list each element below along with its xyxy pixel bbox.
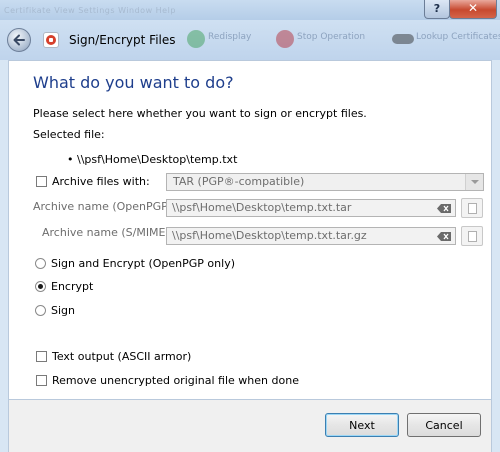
next-button[interactable]: Next xyxy=(325,413,399,437)
sign-and-encrypt-radio[interactable] xyxy=(35,258,46,269)
archive-name-openpgp-input[interactable]: \\psf\Home\Desktop\temp.txt.tar xyxy=(166,199,456,217)
file-icon xyxy=(468,231,477,242)
text-output-checkbox[interactable] xyxy=(36,351,47,362)
archive-name-smime-label: Archive name (S/MIME): xyxy=(42,226,174,239)
back-arrow-icon xyxy=(13,34,25,46)
encrypt-label: Encrypt xyxy=(51,280,94,293)
ghost-toolbar-lookup: Lookup Certificates xyxy=(416,32,500,42)
remove-original-checkbox[interactable] xyxy=(36,375,47,386)
file-icon xyxy=(468,203,477,214)
page-heading: What do you want to do? xyxy=(33,73,234,92)
back-button[interactable] xyxy=(7,28,31,52)
ghost-toolbar-stop: Stop Operation xyxy=(297,32,366,42)
archive-name-smime-value: \\psf\Home\Desktop\temp.txt.tar.gz xyxy=(172,229,367,242)
browse-smime-button[interactable] xyxy=(461,226,483,246)
browse-openpgp-button[interactable] xyxy=(461,198,483,218)
cancel-button[interactable]: Cancel xyxy=(407,413,481,437)
faded-menu-bar: Certifikate View Settings Window Help xyxy=(4,6,176,15)
archive-name-openpgp-label: Archive name (OpenPGP): xyxy=(33,200,176,213)
window-titlebar: Certifikate View Settings Window Help ? … xyxy=(0,0,500,20)
chevron-down-icon xyxy=(465,174,483,190)
clear-icon[interactable] xyxy=(437,204,451,213)
encrypt-radio[interactable] xyxy=(35,281,46,292)
selected-file-item: • \\psf\Home\Desktop\temp.txt xyxy=(67,153,237,166)
close-button[interactable]: ✕ xyxy=(449,0,497,19)
archive-format-value: TAR (PGP®-compatible) xyxy=(173,175,305,188)
remove-original-label: Remove unencrypted original file when do… xyxy=(52,374,299,387)
redisplay-icon xyxy=(187,30,205,48)
lookup-certificates-icon xyxy=(392,34,414,44)
navigation-bar: Sign/Encrypt Files Redisplay Stop Operat… xyxy=(0,20,500,60)
selected-file-label: Selected file: xyxy=(33,128,105,141)
archive-format-select[interactable]: TAR (PGP®-compatible) xyxy=(166,173,484,191)
ghost-toolbar-redisplay: Redisplay xyxy=(208,32,252,42)
stop-operation-icon xyxy=(276,30,294,48)
wizard-title: Sign/Encrypt Files xyxy=(69,33,176,47)
sign-and-encrypt-label: Sign and Encrypt (OpenPGP only) xyxy=(51,257,235,270)
clear-icon[interactable] xyxy=(437,232,451,241)
instruction-text: Please select here whether you want to s… xyxy=(33,107,367,120)
bullet-icon: • xyxy=(67,153,74,166)
selected-file-path: \\psf\Home\Desktop\temp.txt xyxy=(77,153,238,166)
help-button[interactable]: ? xyxy=(424,0,450,19)
sign-label: Sign xyxy=(51,304,75,317)
kleopatra-app-icon xyxy=(43,32,59,48)
wizard-page: What do you want to do? Please select he… xyxy=(8,60,492,400)
sign-radio[interactable] xyxy=(35,305,46,316)
archive-files-label: Archive files with: xyxy=(52,175,150,188)
archive-name-openpgp-value: \\psf\Home\Desktop\temp.txt.tar xyxy=(172,201,352,214)
archive-name-smime-input[interactable]: \\psf\Home\Desktop\temp.txt.tar.gz xyxy=(166,227,456,245)
archive-files-checkbox[interactable] xyxy=(36,176,47,187)
text-output-label: Text output (ASCII armor) xyxy=(52,350,192,363)
button-bar: Next Cancel xyxy=(8,400,492,452)
